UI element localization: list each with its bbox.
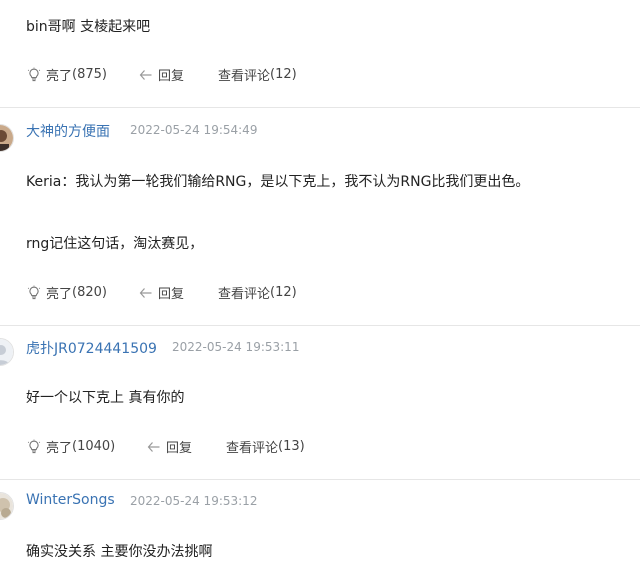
like-label: 亮了 [46,69,73,84]
comment-item: 大神的方便面 2022-05-24 19:54:49 Keria：我认为第一轮我… [0,108,640,325]
avatar[interactable] [0,124,14,152]
reply-label: 回复 [158,69,185,84]
view-replies-label: 查看评论 [226,441,279,456]
lightbulb-icon [27,67,41,81]
view-replies-button[interactable]: 查看评论 (12) [218,283,297,302]
author-name[interactable]: 大神的方便面 [26,121,110,141]
reply-arrow-icon [139,69,152,80]
comment-body-line: Keria：我认为第一轮我们输给RNG，是以下克上，我不认为RNG比我们更出色。 [26,174,530,190]
post-time: 2022-05-24 19:54:49 [130,123,258,137]
reply-button[interactable]: 回复 [138,65,184,84]
like-label: 亮了 [46,441,73,456]
reply-button[interactable]: 回复 [146,437,192,456]
view-replies-button[interactable]: 查看评论 (12) [218,65,297,84]
comment-body-line: 好一个以下克上 真有你的 [26,390,185,406]
reply-label: 回复 [158,287,185,302]
view-replies-count: (12) [270,285,297,300]
view-replies-count: (12) [270,67,297,82]
view-replies-label: 查看评论 [218,287,271,302]
like-button[interactable]: 亮了 (875) [26,65,107,84]
comment-item: WinterSongs 2022-05-24 19:53:12 确实没关系 主要… [0,480,640,569]
reply-button[interactable]: 回复 [138,283,184,302]
comment-body-line: 确实没关系 主要你没办法挑啊 [26,544,213,560]
user-avatar-icon [0,125,13,151]
post-time: 2022-05-24 19:53:11 [172,340,300,354]
like-count: (820) [72,285,107,300]
like-button[interactable]: 亮了 (1040) [26,437,115,456]
lightbulb-icon [27,439,41,453]
author-name[interactable]: 虎扑JR0724441509 [26,338,157,358]
like-count: (875) [72,67,107,82]
like-count: (1040) [72,439,116,454]
comment-body-line: rng记住这句话，淘汰赛见， [26,236,204,252]
avatar[interactable] [0,338,14,366]
default-avatar-icon [0,339,13,365]
like-button[interactable]: 亮了 (820) [26,283,107,302]
like-label: 亮了 [46,287,73,302]
avatar[interactable] [0,492,14,520]
reply-arrow-icon [147,441,160,452]
user-avatar-icon [0,493,13,519]
view-replies-count: (13) [278,439,305,454]
view-replies-label: 查看评论 [218,69,271,84]
reply-arrow-icon [139,287,152,298]
comment-item: bin哥啊 支棱起来吧 亮了 (875) 回复 查看评论 (12) [0,0,640,107]
post-time: 2022-05-24 19:53:12 [130,494,258,508]
comment-item: 虎扑JR0724441509 2022-05-24 19:53:11 好一个以下… [0,326,640,479]
author-name[interactable]: WinterSongs [26,492,115,508]
lightbulb-icon [27,285,41,299]
reply-label: 回复 [166,441,193,456]
view-replies-button[interactable]: 查看评论 (13) [226,437,305,456]
comment-body-line: bin哥啊 支棱起来吧 [26,19,151,35]
comment-feed: bin哥啊 支棱起来吧 亮了 (875) 回复 查看评论 (12) 大神的方便面… [0,0,640,569]
